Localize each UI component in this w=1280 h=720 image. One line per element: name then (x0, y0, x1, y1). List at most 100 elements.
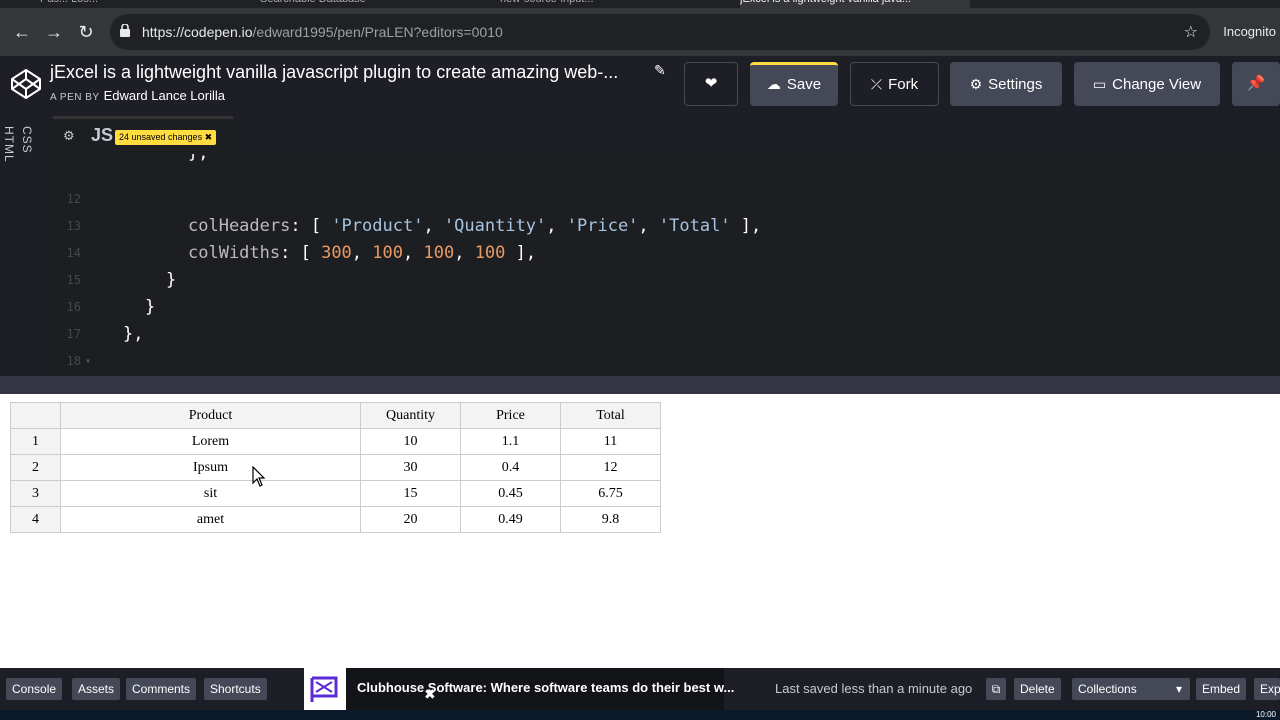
incognito-label: Incognito (1223, 24, 1276, 39)
code-line: 14 } (66, 246, 177, 290)
external-link-icon[interactable]: ⧉ (986, 678, 1006, 700)
settings-button[interactable]: ⚙ Settings (950, 62, 1062, 106)
mouse-cursor-icon (252, 466, 266, 487)
author-link[interactable]: Edward Lance Lorilla (104, 88, 225, 103)
like-button[interactable]: ❤ (684, 62, 738, 106)
table-cell[interactable]: 12 (560, 454, 661, 481)
table-row: 2 Ipsum 30 0.4 12 (10, 454, 661, 481)
code-line: 19 this.table = Object.assign(this, spre… (53, 348, 1280, 375)
table-cell[interactable]: 15 (360, 480, 461, 507)
fork-button[interactable]: ⤫ Fork (850, 62, 939, 106)
forward-icon[interactable]: → (42, 20, 66, 44)
export-button[interactable]: Exp (1254, 678, 1280, 700)
jexcel-spreadsheet[interactable]: Product Quantity Price Total 1 Lorem 10 … (10, 402, 661, 533)
row-index[interactable]: 4 (10, 506, 61, 533)
corner-cell[interactable] (10, 402, 61, 429)
code-line: 13 colWidths: [ 300, 100, 100, 100 ], (66, 219, 537, 263)
code-line: 17 ▾ mounted: function() { (53, 294, 1280, 367)
table-cell[interactable]: 0.4 (460, 454, 561, 481)
taskbar-clock: 10:00 (1255, 710, 1276, 719)
browser-tab[interactable]: Searchable Database (260, 0, 480, 8)
table-row: 4 amet 20 0.49 9.8 (10, 506, 661, 533)
row-index[interactable]: 2 (10, 454, 61, 481)
table-row: 3 sit 15 0.45 6.75 (10, 480, 661, 507)
last-saved-status: Last saved less than a minute ago (775, 681, 973, 696)
table-cell[interactable]: sit (60, 480, 361, 507)
js-editor-header: ⚙ JS 24 unsaved changes ✖ (53, 116, 1280, 154)
back-icon[interactable]: ← (10, 20, 34, 44)
code-editor[interactable]: }, 12 colHeaders: [ 'Product', 'Quantity… (53, 154, 1280, 376)
table-cell[interactable]: 0.45 (460, 480, 561, 507)
code-line: 15 } (66, 273, 156, 317)
table-cell[interactable]: 20 (360, 506, 461, 533)
embed-button[interactable]: Embed (1196, 678, 1247, 700)
shortcuts-button[interactable]: Shortcuts (204, 678, 267, 700)
close-ad-icon[interactable]: ✖ (424, 686, 436, 703)
pen-header: jExcel is a lightweight vanilla javascri… (0, 56, 1280, 116)
ad-text[interactable]: Clubhouse Software: Where software teams… (357, 668, 734, 708)
fork-icon: ⤫ (870, 76, 883, 92)
ad-logo-icon (304, 668, 346, 710)
bookmark-star-icon[interactable]: ☆ (1184, 22, 1198, 42)
reload-icon[interactable]: ↻ (74, 20, 98, 44)
lock-icon (120, 24, 130, 37)
comments-button[interactable]: Comments (126, 678, 197, 700)
pin-icon: 📌 (1246, 75, 1266, 92)
column-header[interactable]: Price (460, 402, 561, 429)
change-view-button[interactable]: ▭ Change View (1074, 62, 1220, 106)
browser-tab[interactable]: Pas... Los... (40, 0, 240, 8)
assets-button[interactable]: Assets (72, 678, 121, 700)
pin-button[interactable]: 📌 (1232, 62, 1280, 106)
table-row: 1 Lorem 10 1.1 11 (10, 428, 661, 455)
table-cell[interactable]: 9.8 (560, 506, 661, 533)
gear-icon: ⚙ (969, 76, 983, 92)
unsaved-changes-badge: 24 unsaved changes ✖ (115, 130, 217, 145)
column-header[interactable]: Quantity (360, 402, 461, 429)
collapsed-editors: CSS HTML (0, 116, 53, 376)
table-cell[interactable]: 10 (360, 428, 461, 455)
editor-resize-bar[interactable] (0, 376, 1280, 394)
heart-icon: ❤ (704, 75, 718, 92)
pen-footer: Console Assets Comments Shortcuts Clubho… (0, 668, 1280, 710)
pen-title[interactable]: jExcel is a lightweight vanilla javascri… (50, 62, 618, 83)
browser-tab-active[interactable]: jExcel is a lightweight vanilla java... (740, 0, 970, 8)
table-cell[interactable]: amet (60, 506, 361, 533)
css-editor-tab[interactable]: CSS (20, 126, 34, 154)
table-cell[interactable]: Ipsum (60, 454, 361, 481)
codepen-logo-icon[interactable] (10, 68, 42, 100)
table-cell[interactable]: 0.49 (460, 506, 561, 533)
address-bar[interactable]: https://codepen.io/edward1995/pen/PraLEN… (110, 14, 1210, 50)
browser-toolbar: ← → ↻ https://codepen.io/edward1995/pen/… (0, 8, 1280, 56)
column-header[interactable]: Total (560, 402, 661, 429)
column-header[interactable]: Product (60, 402, 361, 429)
url-text: https://codepen.io/edward1995/pen/PraLEN… (142, 24, 503, 40)
table-cell[interactable]: 30 (360, 454, 461, 481)
pen-author: A PEN BY Edward Lance Lorilla (50, 88, 225, 103)
collections-button[interactable]: Collections ▾ (1072, 678, 1190, 700)
browser-tab-strip: Pas... Los... Searchable Database new-so… (0, 0, 1280, 8)
cloud-icon: ☁ (766, 76, 781, 92)
sponsored-ad[interactable]: Clubhouse Software: Where software teams… (304, 668, 734, 710)
chevron-down-icon: ▾ (1175, 682, 1182, 696)
editor-language: JS (91, 125, 114, 145)
os-taskbar: 10:00 (0, 710, 1280, 720)
browser-tab[interactable]: new-source-input... (500, 0, 720, 8)
table-cell[interactable]: 11 (560, 428, 661, 455)
html-editor-tab[interactable]: HTML (2, 126, 16, 163)
table-cell[interactable]: Lorem (60, 428, 361, 455)
js-editor-tab[interactable]: ⚙ JS 24 unsaved changes ✖ (53, 116, 233, 154)
row-index[interactable]: 3 (10, 480, 61, 507)
result-preview: Product Quantity Price Total 1 Lorem 10 … (0, 394, 1280, 668)
delete-button[interactable]: Delete (1014, 678, 1061, 700)
table-header-row: Product Quantity Price Total (10, 402, 661, 429)
code-line: 16 }, (66, 300, 144, 344)
close-icon[interactable]: ✖ (205, 132, 213, 142)
table-cell[interactable]: 6.75 (560, 480, 661, 507)
edit-pencil-icon[interactable]: ✎ (654, 62, 666, 79)
save-button[interactable]: ☁ Save (750, 62, 838, 106)
table-cell[interactable]: 1.1 (460, 428, 561, 455)
row-index[interactable]: 1 (10, 428, 61, 455)
console-button[interactable]: Console (6, 678, 63, 700)
code-line: 18 let spreadsheet = jexcel(this.$el, th… (66, 354, 81, 368)
editor-settings-icon[interactable]: ⚙ (63, 128, 75, 144)
